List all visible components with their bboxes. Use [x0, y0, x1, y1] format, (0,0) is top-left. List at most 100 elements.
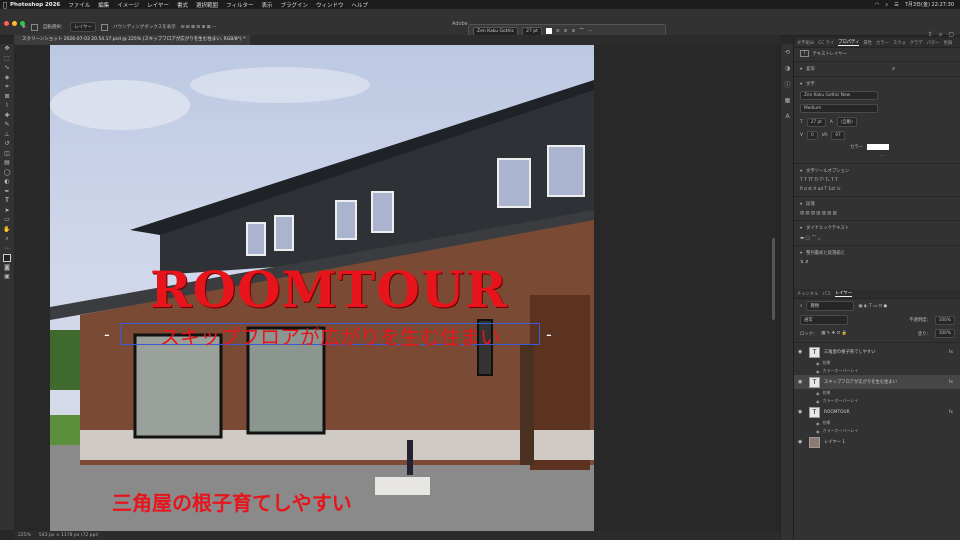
pen-tool-icon[interactable]: ✒: [0, 187, 14, 197]
font-family-select[interactable]: Zen Kaku Gothic New: [800, 91, 878, 100]
eye-icon[interactable]: ◉: [798, 379, 805, 385]
align-icons[interactable]: ⊟ ⊞ ⊠ ⊟ ⊞ ⊠ ⋯: [181, 25, 217, 30]
hand-tool-icon[interactable]: ✋: [0, 225, 14, 235]
layer-row[interactable]: ◉ T ROOMTOUR fx: [794, 405, 960, 419]
text-tool-options-section[interactable]: ▾ 文字ツールオプション: [794, 166, 960, 176]
zoom-tool-icon[interactable]: ⌕: [0, 234, 14, 244]
tab-swatches[interactable]: スウォ: [893, 40, 906, 46]
eye-icon[interactable]: ◉: [798, 409, 805, 415]
auto-select-checkbox[interactable]: [30, 23, 38, 31]
menu-filter[interactable]: フィルター: [226, 1, 253, 9]
blur-tool-icon[interactable]: ◯: [0, 168, 14, 178]
menu-help[interactable]: ヘルプ: [352, 1, 369, 9]
layer-name[interactable]: ROOMTOUR: [824, 410, 850, 415]
layer-row[interactable]: ◉ レイヤー 1: [794, 435, 960, 449]
apple-icon[interactable]: : [0, 1, 10, 9]
path-select-icon[interactable]: ➤: [0, 206, 14, 216]
clock[interactable]: 7月3日(金) 22:27:30: [905, 1, 954, 8]
menu-plugins[interactable]: プラグイン: [280, 1, 308, 9]
eye-icon[interactable]: ◉: [798, 439, 805, 445]
marquee-tool-icon[interactable]: ⬚: [0, 54, 14, 64]
search-icon[interactable]: ⌕: [885, 2, 888, 8]
lasso-tool-icon[interactable]: ∿: [0, 63, 14, 73]
leading-input[interactable]: (自動): [836, 117, 857, 127]
move-tool-icon[interactable]: ✥: [22, 25, 26, 30]
vertical-scrollbar[interactable]: [772, 238, 775, 320]
filter-icons[interactable]: ▣ ◐ T ▭ ⊡ ●: [858, 304, 887, 309]
color-overlay-label[interactable]: カラーオーバーレイ: [823, 368, 859, 374]
document-canvas[interactable]: ROOMTOUR - スキップフロアが広がりを生む住まい - 三角屋の根子育てし…: [50, 45, 594, 532]
align-center-icon[interactable]: ≡: [564, 29, 568, 34]
caption-text-layer[interactable]: 三角屋の根子育てしやすい: [112, 487, 352, 516]
eye-icon[interactable]: ◉: [816, 399, 820, 404]
type-tool-icon[interactable]: T: [0, 196, 14, 206]
menu-image[interactable]: イメージ: [117, 1, 139, 9]
more-options-row[interactable]: ⋯: [794, 152, 960, 161]
headline-text-layer[interactable]: ROOMTOUR: [150, 260, 507, 319]
brush-tool-icon[interactable]: ✎: [0, 120, 14, 130]
lock-icons[interactable]: ▦ ✎ ✥ ⊡ 🔒: [821, 331, 847, 336]
menu-view[interactable]: 表示: [261, 1, 272, 9]
dynamic-text-section[interactable]: ▾ ダイナミックテキスト: [794, 223, 960, 233]
tab-channels[interactable]: チャンネル: [797, 291, 818, 297]
font-size-input[interactable]: 27 pt: [806, 117, 826, 127]
eye-icon[interactable]: ◉: [816, 369, 820, 374]
align-right-icon[interactable]: ≡: [571, 29, 575, 34]
eye-icon[interactable]: ◉: [816, 361, 820, 366]
tracking-input[interactable]: 0: [806, 131, 818, 140]
tab-text-layout[interactable]: 文字組み: [797, 40, 814, 46]
show-transform-checkbox[interactable]: [101, 23, 109, 31]
character-section[interactable]: ▾ 文字: [794, 79, 960, 89]
type-style-icons[interactable]: T T TT Tr T¹ T₁ T T: [800, 178, 838, 183]
layer-filter-select[interactable]: 種類: [806, 301, 855, 311]
layer-name[interactable]: 三角屋の根子育てしやすい: [824, 349, 876, 355]
control-center-icon[interactable]: ☰: [894, 2, 898, 8]
color-swatch[interactable]: [545, 28, 552, 34]
tab-paths[interactable]: パス: [822, 291, 831, 297]
font-style-select[interactable]: Medium: [800, 104, 878, 113]
tab-attributes[interactable]: 属性: [863, 40, 872, 46]
opentype-icons[interactable]: fi ơ st A ad T 1st ½: [800, 187, 841, 192]
shape-icons[interactable]: ▬ ◯ ⌒ ◡: [800, 235, 821, 241]
color-overlay-label[interactable]: カラーオーバーレイ: [823, 428, 859, 434]
dodge-tool-icon[interactable]: ◐: [0, 177, 14, 187]
menu-window[interactable]: ウィンドウ: [316, 1, 344, 9]
wifi-icon[interactable]: ◠: [875, 2, 879, 8]
eye-icon[interactable]: ◉: [798, 349, 805, 355]
fx-icon[interactable]: fx: [949, 350, 953, 355]
layer-row[interactable]: ◉ T 三角屋の根子育てしやすい fx: [794, 345, 960, 359]
more-tools-icon[interactable]: ⋯: [0, 244, 14, 254]
healing-brush-icon[interactable]: ✚: [0, 111, 14, 121]
more-icon[interactable]: ⋯: [880, 154, 884, 159]
more-icon[interactable]: ⋯: [588, 29, 593, 34]
vertical-align-section[interactable]: ▾ 整列書式と段落揃え: [794, 248, 960, 258]
eye-icon[interactable]: ◉: [816, 421, 820, 426]
menu-edit[interactable]: 編集: [98, 1, 109, 9]
quick-mask-icon[interactable]: ◙: [0, 263, 14, 273]
minimize-window-button[interactable]: [12, 21, 17, 26]
move-tool-icon[interactable]: ✥: [0, 44, 14, 54]
auto-select-dropdown[interactable]: レイヤー: [70, 22, 97, 32]
warp-text-icon[interactable]: ⌒: [579, 28, 584, 34]
blend-mode-select[interactable]: 通常: [800, 315, 848, 325]
tab-properties[interactable]: プロパティ: [838, 39, 860, 46]
eraser-icon[interactable]: ◫: [0, 149, 14, 159]
stamp-tool-icon[interactable]: ⊥: [0, 130, 14, 140]
menu-layer[interactable]: レイヤー: [147, 1, 169, 9]
close-window-button[interactable]: [4, 21, 9, 26]
fx-icon[interactable]: fx: [949, 380, 953, 385]
text-color-swatch[interactable]: [866, 144, 889, 150]
eyedropper-icon[interactable]: ⌇: [0, 101, 14, 111]
eye-icon[interactable]: ◉: [816, 429, 820, 434]
menu-type[interactable]: 書式: [177, 1, 188, 9]
frame-tool-icon[interactable]: ⊠: [0, 92, 14, 102]
tab-adjust[interactable]: 色調: [944, 40, 953, 46]
tab-patterns[interactable]: パター: [927, 40, 940, 46]
app-menu[interactable]: Photoshop 2026: [10, 2, 60, 8]
layer-name[interactable]: スキップフロアが広がりを生む住まい: [824, 379, 897, 385]
tab-color[interactable]: カラー: [876, 40, 889, 46]
eye-icon[interactable]: ◉: [816, 391, 820, 396]
fx-icon[interactable]: fx: [949, 410, 953, 415]
reset-icon[interactable]: ↺: [891, 67, 895, 72]
shape-tool-icon[interactable]: ▭: [0, 215, 14, 225]
